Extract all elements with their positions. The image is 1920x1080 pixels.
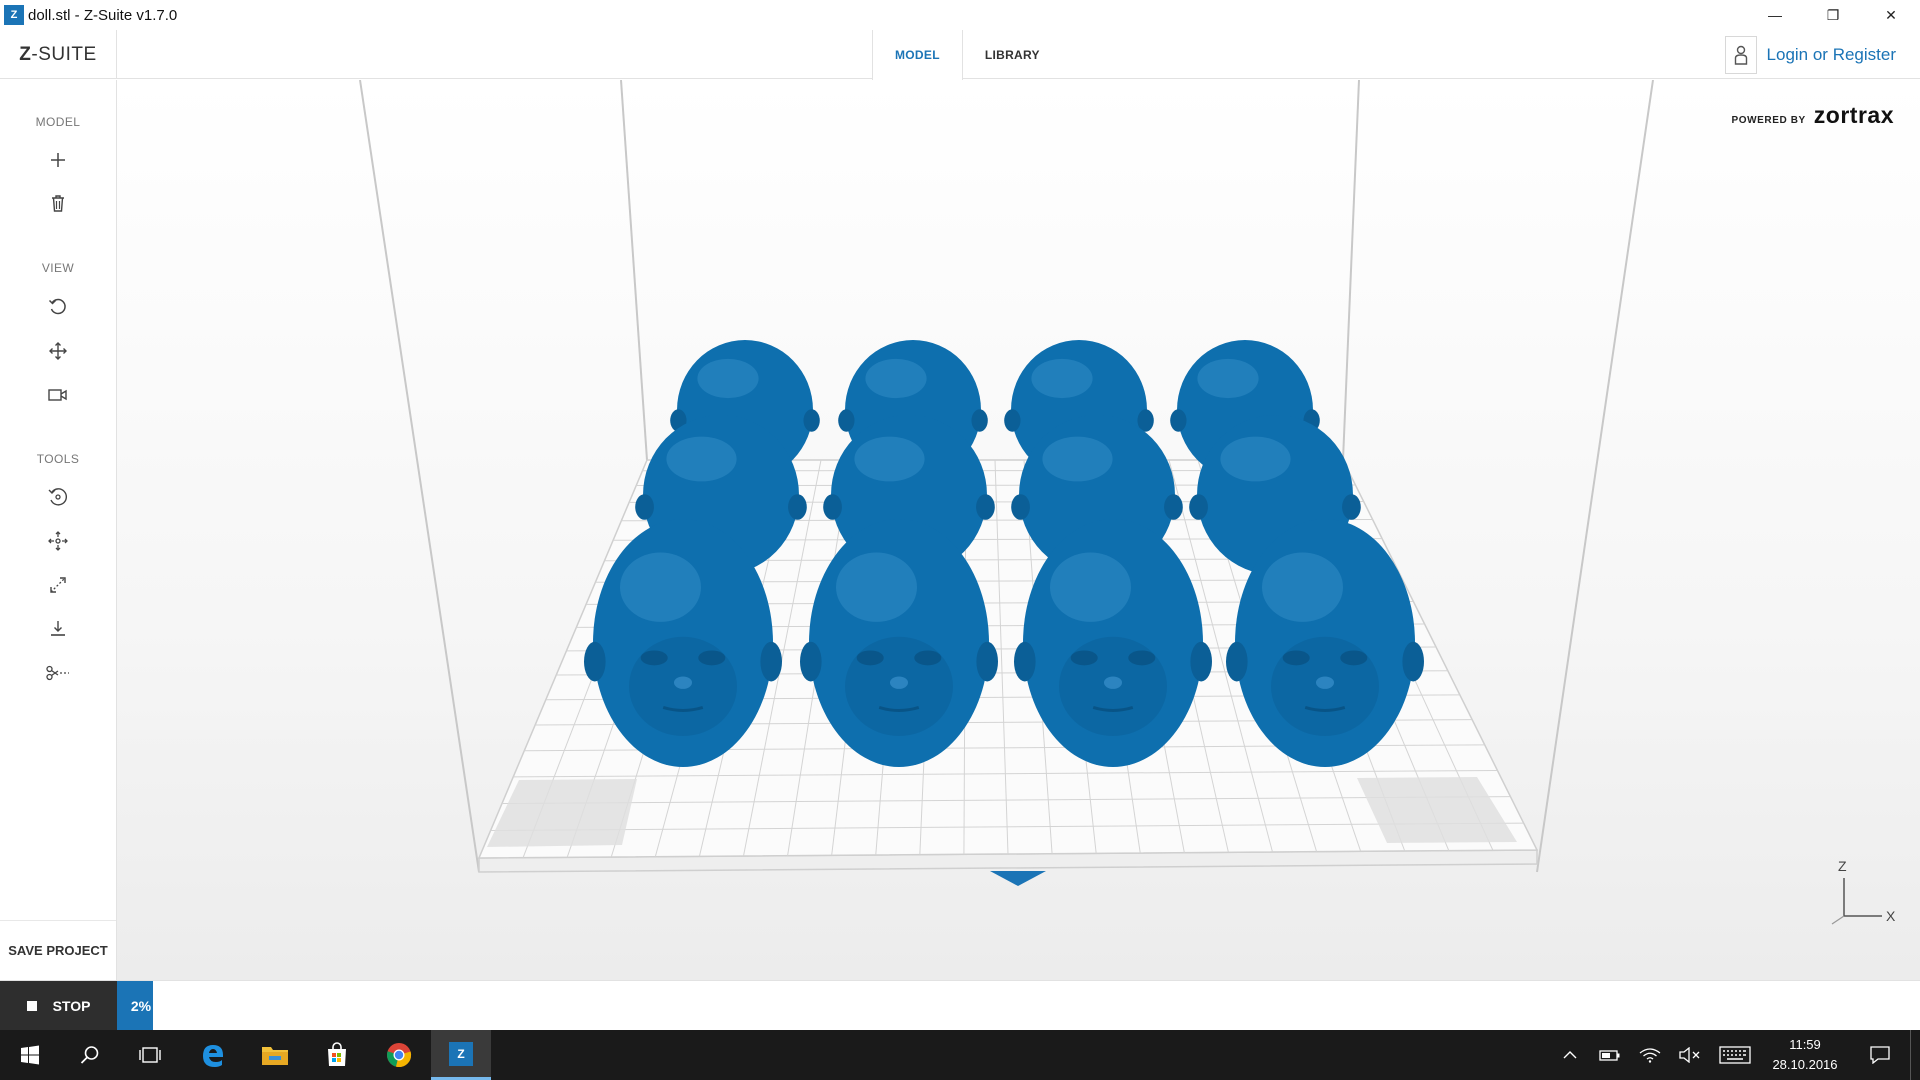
cut-icon[interactable] [43, 658, 73, 688]
move-model-icon[interactable] [43, 526, 73, 556]
stop-icon [26, 1000, 37, 1011]
rotate-model-icon[interactable] [43, 482, 73, 512]
save-project-button[interactable]: SAVE PROJECT [0, 920, 116, 980]
system-clock[interactable]: 11:59 28.10.2016 [1760, 1035, 1850, 1075]
tab-model[interactable]: MODEL [872, 30, 963, 80]
axis-x-label: X [1886, 908, 1896, 924]
volume-muted-icon[interactable] [1670, 1030, 1710, 1080]
pan-icon[interactable] [43, 336, 73, 366]
login-register-link[interactable]: Login or Register [1767, 45, 1896, 65]
powered-by-zortrax: POWERED BY zortrax [1731, 102, 1894, 129]
powered-by-label: POWERED BY [1731, 115, 1806, 126]
chevron-up-icon[interactable] [1550, 1030, 1590, 1080]
logo-suffix: -SUITE [31, 43, 97, 65]
axis-z-label: Z [1838, 858, 1847, 874]
store-icon[interactable] [307, 1030, 367, 1080]
app-icon: Z [4, 5, 24, 25]
place-on-bed-icon[interactable] [43, 614, 73, 644]
section-label-tools: TOOLS [36, 452, 80, 466]
progress-track: 2% [117, 981, 1920, 1030]
logo-prefix: Z [19, 43, 32, 65]
section-label-view: VIEW [41, 261, 75, 275]
user-icon[interactable] [1724, 36, 1757, 74]
3d-viewport[interactable]: POWERED BY zortrax Z X [117, 80, 1920, 980]
panel-toggle-arrow-icon[interactable] [990, 871, 1046, 886]
battery-icon[interactable] [1590, 1030, 1630, 1080]
clock-date: 28.10.2016 [1772, 1057, 1838, 1072]
main-tabs: MODEL LIBRARY [872, 30, 1062, 80]
windows-taskbar: Z 11:59 28.10.2016 [0, 1030, 1920, 1080]
restore-button[interactable]: ❐ [1804, 0, 1862, 30]
keyboard-icon[interactable] [1710, 1030, 1760, 1080]
trash-icon[interactable] [43, 188, 73, 218]
left-toolbar: MODEL VIEW TOOLS SAVE PROJECT [0, 80, 117, 980]
windows-start-icon[interactable] [0, 1030, 60, 1080]
edge-browser-icon[interactable] [183, 1030, 243, 1080]
app-header: Z -SUITE MODEL LIBRARY Login or Register [0, 30, 1920, 80]
scale-icon[interactable] [43, 570, 73, 600]
rotate-view-icon[interactable] [43, 292, 73, 322]
progress-percent: 2% [130, 997, 152, 1014]
login-area[interactable]: Login or Register [1724, 35, 1896, 75]
zsuite-taskbar-icon[interactable]: Z [431, 1030, 491, 1080]
zsuite-taskbar-letter: Z [449, 1041, 473, 1066]
title-bar: Z doll.stl - Z-Suite v1.7.0 — ❐ ✕ [0, 0, 1920, 30]
notifications-icon[interactable] [1850, 1030, 1910, 1080]
window-title: doll.stl - Z-Suite v1.7.0 [28, 6, 178, 24]
progress-fill: 2% [117, 981, 154, 1030]
close-button[interactable]: ✕ [1862, 0, 1920, 30]
show-desktop-button[interactable] [1910, 1030, 1920, 1080]
task-view-icon[interactable] [120, 1030, 180, 1080]
clock-time: 11:59 [1789, 1037, 1821, 1052]
window-controls: — ❐ ✕ [1746, 0, 1920, 30]
chrome-icon[interactable] [369, 1030, 429, 1080]
plus-icon[interactable] [43, 145, 73, 175]
progress-bar-area: STOP 2% [0, 980, 1920, 1030]
stop-label: STOP [52, 997, 91, 1014]
file-explorer-icon[interactable] [245, 1030, 305, 1080]
camera-icon[interactable] [43, 380, 73, 410]
wifi-icon[interactable] [1630, 1030, 1670, 1080]
minimize-button[interactable]: — [1746, 0, 1804, 30]
tab-library[interactable]: LIBRARY [963, 30, 1062, 80]
section-label-model: MODEL [35, 115, 81, 129]
search-icon[interactable] [60, 1030, 120, 1080]
z-suite-logo: Z -SUITE [0, 30, 117, 79]
zortrax-logo: zortrax [1813, 102, 1894, 128]
system-tray: 11:59 28.10.2016 [1550, 1030, 1920, 1080]
axis-indicator: Z X [1824, 858, 1904, 928]
printer-scene [359, 80, 1654, 886]
stop-button[interactable]: STOP [0, 981, 117, 1030]
